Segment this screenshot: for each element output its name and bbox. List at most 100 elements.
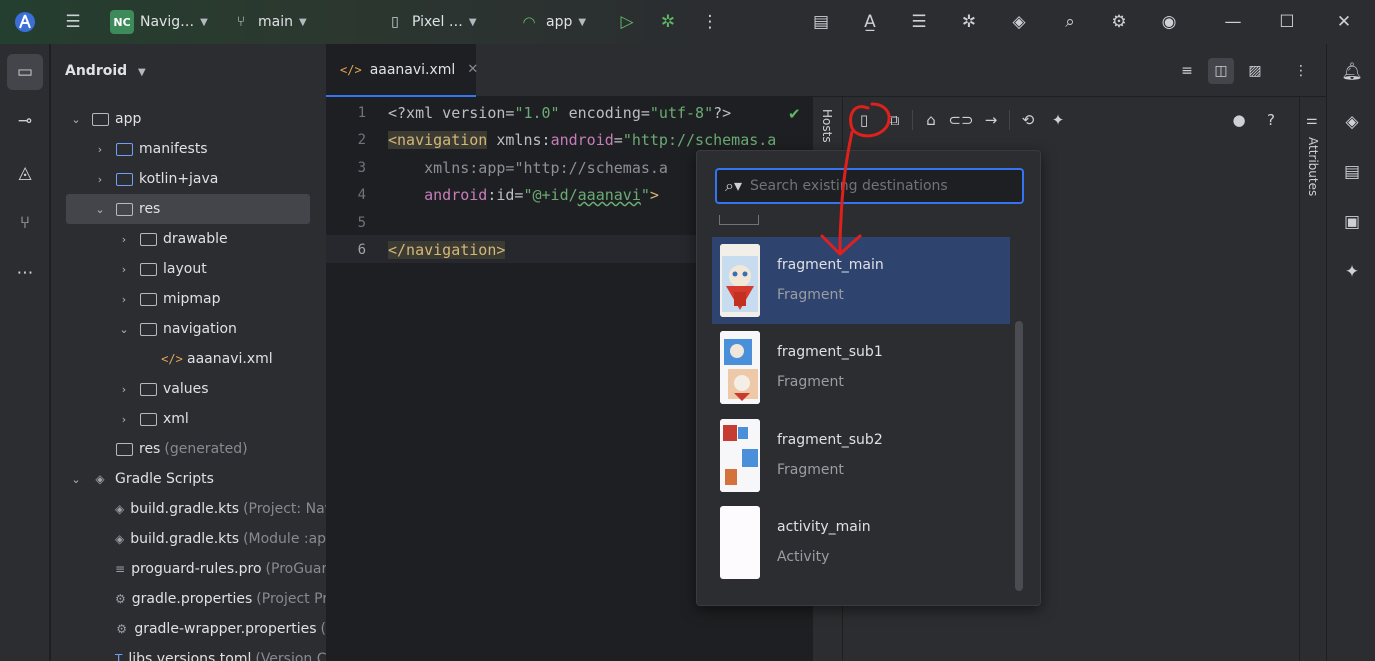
tree-item-aaanavi-xml[interactable]: </> aaanavi.xml xyxy=(51,344,326,374)
tree-item-res[interactable]: ⌄ res xyxy=(66,194,310,224)
destination-search-input[interactable] xyxy=(750,178,1010,194)
debug-button[interactable]: ✲ xyxy=(657,0,679,44)
tree-label: kotlin+java xyxy=(139,171,219,187)
tree-item-manifests[interactable]: › manifests xyxy=(51,134,326,164)
new-destination-button[interactable]: ▯ xyxy=(849,107,879,133)
tree-item-mipmap[interactable]: › mipmap xyxy=(51,284,326,314)
translate-button[interactable]: A̲ xyxy=(859,0,881,44)
tab-aaanavi-xml[interactable]: </> aaanavi.xml ✕ xyxy=(326,44,478,97)
elephant-icon: ◈ xyxy=(1345,112,1359,132)
run-config-selector[interactable]: ◠ app ▼ xyxy=(518,0,586,44)
sync-button[interactable]: ☰ xyxy=(908,0,930,44)
tree-item-navigation[interactable]: ⌄ navigation xyxy=(51,314,326,344)
tree-item-res-generated[interactable]: res (generated) xyxy=(51,434,326,464)
running-devices-tool-button[interactable]: ▣ xyxy=(1338,208,1366,236)
structure-tool-button[interactable]: ◬ xyxy=(7,155,43,191)
tree-item-app[interactable]: ⌄ app xyxy=(51,104,326,134)
attributes-tab[interactable]: Attributes xyxy=(1306,137,1320,196)
tree-item-build-gradle-project[interactable]: ◈ build.gradle.kts (Project: Nav xyxy=(51,494,333,524)
hosts-tab[interactable]: Hosts xyxy=(820,109,834,143)
gemini-tool-button[interactable]: ✦ xyxy=(1338,258,1366,286)
popup-scrollbar[interactable] xyxy=(1015,321,1023,591)
gradle-tool-button[interactable]: ◈ xyxy=(1338,108,1366,136)
tree-item-drawable[interactable]: › drawable xyxy=(51,224,326,254)
tree-item-gradle-scripts[interactable]: ⌄ ◈ Gradle Scripts xyxy=(51,464,326,494)
maximize-button[interactable]: ☐ xyxy=(1276,0,1298,44)
destination-item-fragment-sub1[interactable]: fragment_sub1 Fragment xyxy=(712,324,1010,411)
destination-item-fragment-main[interactable]: fragment_main Fragment xyxy=(712,237,1010,324)
arrow-right-icon: → xyxy=(984,111,998,129)
bell-icon: 🔔︎ xyxy=(1341,62,1363,82)
device-selector[interactable]: ▯ Pixel … ▼ xyxy=(384,0,476,44)
destination-item-activity-main[interactable]: activity_main Activity xyxy=(712,499,1010,586)
ai-assist-button[interactable]: ✦ xyxy=(1043,107,1073,133)
minimize-button[interactable]: — xyxy=(1222,0,1244,44)
tree-label: gradle.properties xyxy=(131,591,253,607)
tree-item-layout[interactable]: › layout xyxy=(51,254,326,284)
project-tool-button[interactable]: ▭ xyxy=(7,54,43,90)
translate-icon: A̲ xyxy=(864,12,876,32)
auto-arrange-button[interactable]: ⟲ xyxy=(1013,107,1043,133)
destination-type: Fragment xyxy=(777,374,844,390)
destination-item-fragment-sub2[interactable]: fragment_sub2 Fragment xyxy=(712,412,1010,499)
main-menu-icon[interactable]: ☰ xyxy=(62,0,84,44)
resource-folder-icon xyxy=(115,202,133,216)
tree-item-build-gradle-module[interactable]: ◈ build.gradle.kts (Module :ap xyxy=(51,524,326,554)
tree-item-xml[interactable]: › xml xyxy=(51,404,326,434)
close-icon[interactable]: ✕ xyxy=(467,62,478,77)
commit-tool-button[interactable]: ⊸ xyxy=(7,103,43,139)
chevron-right-icon: › xyxy=(97,142,103,156)
run-button[interactable]: ▷ xyxy=(616,0,638,44)
toml-file-icon: T xyxy=(115,652,123,661)
project-badge: NC xyxy=(110,10,134,34)
settings-button[interactable]: ⚙ xyxy=(1108,0,1130,44)
account-button[interactable]: ◉ xyxy=(1158,0,1180,44)
no-problems-check-icon: ✔ xyxy=(788,105,801,123)
tree-label: res xyxy=(139,441,161,457)
project-selector[interactable]: NC Navig… ▼ xyxy=(110,0,208,44)
tree-item-kotlin-java[interactable]: › kotlin+java xyxy=(51,164,326,194)
folder-icon: ▭ xyxy=(16,62,34,82)
code-line-4: android:id="@+id/aaanavi"> xyxy=(388,186,659,204)
device-manager-tool-button[interactable]: ▤ xyxy=(1338,158,1366,186)
gradle-file-icon: ◈ xyxy=(115,532,125,546)
tree-item-gradle-properties[interactable]: ⚙ gradle.properties (Project Pr xyxy=(51,584,328,614)
tree-item-gradle-wrapper-properties[interactable]: ⚙ gradle-wrapper.properties ( xyxy=(51,614,326,644)
tree-item-proguard-rules[interactable]: ≡ proguard-rules.pro (ProGuar xyxy=(51,554,327,584)
device-icon: ▯ xyxy=(391,14,399,30)
android-studio-logo-icon[interactable] xyxy=(14,0,36,44)
chevron-down-icon: ▼ xyxy=(298,16,307,28)
gradle-sync-button[interactable]: ◈ xyxy=(1008,0,1030,44)
help-button[interactable]: ? xyxy=(1256,107,1286,133)
more-actions-button[interactable]: ⋮ xyxy=(699,0,721,44)
issues-button[interactable]: ● xyxy=(1224,107,1254,133)
project-view-selector[interactable]: Android ▼ xyxy=(65,63,146,79)
running-devices-icon: ▣ xyxy=(1343,212,1361,232)
elephant-icon: ◈ xyxy=(95,472,105,486)
destination-name: fragment_main xyxy=(777,257,884,273)
close-button[interactable]: ✕ xyxy=(1333,0,1355,44)
chevron-down-icon: ▼ xyxy=(578,16,587,28)
destination-name: fragment_sub2 xyxy=(777,432,883,448)
split-view-button[interactable]: ◫ xyxy=(1208,58,1234,84)
code-view-button[interactable]: ≡ xyxy=(1174,58,1200,84)
search-button[interactable]: ⌕ xyxy=(1059,0,1081,44)
nested-graph-button[interactable]: ⧉ xyxy=(879,107,909,133)
profiler-button[interactable]: ✲ xyxy=(958,0,980,44)
more-tools-button[interactable]: ⋯ xyxy=(7,255,43,291)
device-manager-button[interactable]: ▤ xyxy=(810,0,832,44)
tree-item-values[interactable]: › values xyxy=(51,374,326,404)
pull-requests-tool-button[interactable]: ⑂ xyxy=(7,205,43,241)
tree-item-libs-versions-toml[interactable]: T libs.versions.toml (Version C xyxy=(51,644,327,661)
add-action-button[interactable]: → xyxy=(976,107,1006,133)
editor-more-button[interactable]: ⋮ xyxy=(1288,58,1314,84)
run-icon: ▷ xyxy=(620,12,634,32)
deep-link-button[interactable]: ⊂⊃ xyxy=(946,107,976,133)
new-destination-icon: ▯ xyxy=(859,111,869,129)
folder-icon xyxy=(139,232,157,246)
notifications-button[interactable]: 🔔︎ xyxy=(1338,58,1366,86)
assign-start-destination-button[interactable]: ⌂ xyxy=(916,107,946,133)
branch-name: main xyxy=(258,14,293,30)
design-view-button[interactable]: ▨ xyxy=(1242,58,1268,84)
branch-selector[interactable]: ⑂ main ▼ xyxy=(230,0,307,44)
